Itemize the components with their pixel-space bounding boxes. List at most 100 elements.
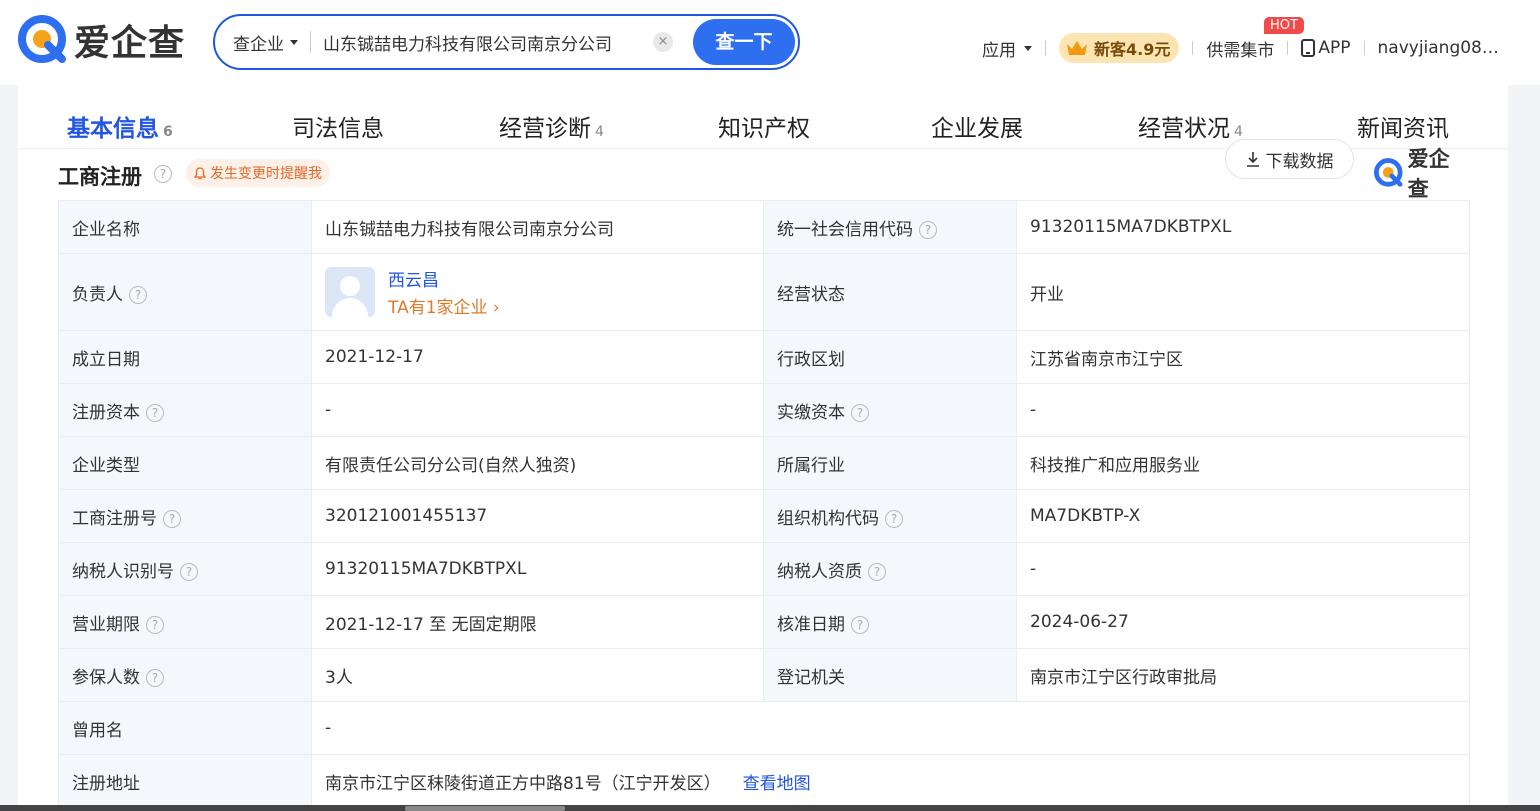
section-title: 工商注册 bbox=[58, 165, 142, 189]
paid-capital-label-text: 实缴资本 bbox=[777, 402, 845, 423]
search-type-dropdown[interactable]: 查企业 bbox=[233, 16, 298, 68]
help-icon[interactable]: ? bbox=[919, 220, 937, 239]
tab-news[interactable]: 新闻资讯 bbox=[1357, 109, 1449, 143]
help-icon[interactable]: ? bbox=[146, 668, 164, 687]
clear-search-icon[interactable]: × bbox=[653, 32, 673, 52]
term-label: 营业期限? bbox=[58, 595, 312, 649]
apps-menu[interactable]: 应用 bbox=[982, 36, 1032, 61]
user-menu[interactable]: navyjiang08… bbox=[1378, 38, 1499, 58]
term-value: 2021-12-17 至 无固定期限 bbox=[311, 595, 764, 649]
insured-value: 3人 bbox=[311, 648, 764, 702]
table-row: 营业期限? 2021-12-17 至 无固定期限 核准日期? 2024-06-2… bbox=[58, 595, 1470, 649]
credit-code-label-text: 统一社会信用代码 bbox=[777, 219, 913, 240]
chevron-down-icon bbox=[1024, 45, 1032, 51]
logo-q-icon bbox=[18, 15, 66, 63]
download-icon bbox=[1246, 152, 1259, 167]
site-logo[interactable]: 爱企查 bbox=[18, 14, 185, 66]
top-header: 爱企查 查企业 × 查一下 应用 新客4.9元 供需集市 HOT APP bbox=[0, 0, 1540, 85]
tab-intellectual-property[interactable]: 知识产权 bbox=[718, 109, 810, 143]
status-value: 开业 bbox=[1016, 253, 1470, 331]
nav-divider bbox=[1045, 41, 1046, 55]
scrollbar-thumb[interactable] bbox=[405, 806, 565, 811]
horizontal-scrollbar[interactable] bbox=[0, 805, 1540, 811]
avatar[interactable] bbox=[325, 267, 375, 317]
section-header: 工商注册 ? 发生变更时提醒我 下载数据 爱企查 bbox=[58, 139, 1470, 201]
nav-divider bbox=[1192, 41, 1194, 55]
download-data-button[interactable]: 下载数据 bbox=[1225, 139, 1354, 179]
help-icon[interactable]: ? bbox=[885, 509, 903, 528]
taxpayer-qual-value: - bbox=[1016, 542, 1470, 596]
tab-development[interactable]: 企业发展 bbox=[931, 109, 1023, 143]
reg-no-label: 工商注册号? bbox=[58, 489, 312, 543]
view-map-link[interactable]: 查看地图 bbox=[743, 774, 811, 794]
help-icon[interactable]: ? bbox=[154, 165, 172, 183]
principal-label-text: 负责人 bbox=[72, 284, 123, 305]
org-code-value: MA7DKBTP-X bbox=[1016, 489, 1470, 543]
approved-label: 核准日期? bbox=[763, 595, 1017, 649]
help-icon[interactable]: ? bbox=[129, 285, 147, 304]
change-remind-button[interactable]: 发生变更时提醒我 bbox=[186, 159, 330, 187]
search-button[interactable]: 查一下 bbox=[693, 19, 795, 65]
tab-label: 知识产权 bbox=[718, 116, 810, 142]
table-row: 负责人? 西云昌 TA有1家企业 › 经营状态 开业 bbox=[58, 253, 1470, 331]
insured-label: 参保人数? bbox=[58, 648, 312, 702]
help-icon[interactable]: ? bbox=[180, 562, 198, 581]
company-type-label: 企业类型 bbox=[58, 436, 312, 490]
taxpayer-id-label: 纳税人识别号? bbox=[58, 542, 312, 596]
tab-judicial-info[interactable]: 司法信息 bbox=[292, 109, 384, 143]
principal-label: 负责人? bbox=[58, 253, 312, 331]
market-link[interactable]: 供需集市 bbox=[1206, 36, 1274, 61]
table-row: 参保人数? 3人 登记机关 南京市江宁区行政审批局 bbox=[58, 648, 1470, 702]
reg-no-value: 320121001455137 bbox=[311, 489, 764, 543]
paid-capital-value: - bbox=[1016, 383, 1470, 437]
hot-badge: HOT bbox=[1264, 17, 1304, 34]
help-icon[interactable]: ? bbox=[146, 403, 164, 422]
search-input[interactable] bbox=[323, 32, 653, 52]
authority-label: 登记机关 bbox=[763, 648, 1017, 702]
nav-divider bbox=[1287, 41, 1289, 55]
address-label: 注册地址 bbox=[58, 754, 312, 808]
tab-label: 经营状况 bbox=[1138, 116, 1230, 142]
table-row: 成立日期 2021-12-17 行政区划 江苏省南京市江宁区 bbox=[58, 330, 1470, 384]
help-icon[interactable]: ? bbox=[851, 615, 869, 634]
logo-q-icon bbox=[1374, 158, 1403, 187]
principal-companies-link[interactable]: TA有1家企业 › bbox=[388, 293, 500, 318]
registration-info-table: 企业名称 山东铖喆电力科技有限公司南京分公司 统一社会信用代码? 9132011… bbox=[58, 200, 1470, 808]
help-icon[interactable]: ? bbox=[868, 562, 886, 581]
help-icon[interactable]: ? bbox=[146, 615, 164, 634]
help-icon[interactable]: ? bbox=[163, 509, 181, 528]
tab-label: 企业发展 bbox=[931, 116, 1023, 142]
tab-business-diagnosis[interactable]: 经营诊断 4 bbox=[499, 109, 604, 143]
taxpayer-qual-label: 纳税人资质? bbox=[763, 542, 1017, 596]
header-nav: 应用 新客4.9元 供需集市 HOT APP navyjiang08… bbox=[982, 17, 1499, 63]
app-link[interactable]: APP bbox=[1301, 38, 1351, 58]
principal-value: 西云昌 TA有1家企业 › bbox=[311, 253, 764, 331]
tab-count: 4 bbox=[1234, 124, 1243, 140]
principal-card: 西云昌 TA有1家企业 › bbox=[325, 266, 750, 318]
help-icon[interactable]: ? bbox=[851, 403, 869, 422]
table-row: 注册地址 南京市江宁区秣陵街道正方中路81号（江宁开发区） 查看地图 bbox=[58, 754, 1470, 808]
nav-divider bbox=[1363, 41, 1365, 55]
table-row: 纳税人识别号? 91320115MA7DKBTPXL 纳税人资质? - bbox=[58, 542, 1470, 596]
org-code-label: 组织机构代码? bbox=[763, 489, 1017, 543]
industry-value: 科技推广和应用服务业 bbox=[1016, 436, 1470, 490]
table-row: 注册资本? - 实缴资本? - bbox=[58, 383, 1470, 437]
principal-name-link[interactable]: 西云昌 bbox=[388, 266, 500, 291]
apps-menu-label: 应用 bbox=[982, 40, 1016, 61]
table-row: 曾用名 - bbox=[58, 701, 1470, 755]
tab-label: 基本信息 bbox=[67, 116, 159, 142]
tab-basic-info[interactable]: 基本信息 6 bbox=[67, 109, 173, 143]
taxpayer-qual-label-text: 纳税人资质 bbox=[777, 561, 862, 582]
org-code-label-text: 组织机构代码 bbox=[777, 508, 879, 529]
reg-capital-value: - bbox=[311, 383, 764, 437]
vip-offer-button[interactable]: 新客4.9元 bbox=[1059, 33, 1180, 63]
table-row: 企业名称 山东铖喆电力科技有限公司南京分公司 统一社会信用代码? 9132011… bbox=[58, 200, 1470, 254]
industry-label: 所属行业 bbox=[763, 436, 1017, 490]
taxpayer-id-value: 91320115MA7DKBTPXL bbox=[311, 542, 764, 596]
taxpayer-id-label-text: 纳税人识别号 bbox=[72, 561, 174, 582]
tab-operating-status[interactable]: 经营状况 4 bbox=[1138, 109, 1243, 143]
download-data-label: 下载数据 bbox=[1265, 151, 1334, 172]
authority-value: 南京市江宁区行政审批局 bbox=[1016, 648, 1470, 702]
founded-value: 2021-12-17 bbox=[311, 330, 764, 384]
tab-label: 新闻资讯 bbox=[1357, 116, 1449, 142]
